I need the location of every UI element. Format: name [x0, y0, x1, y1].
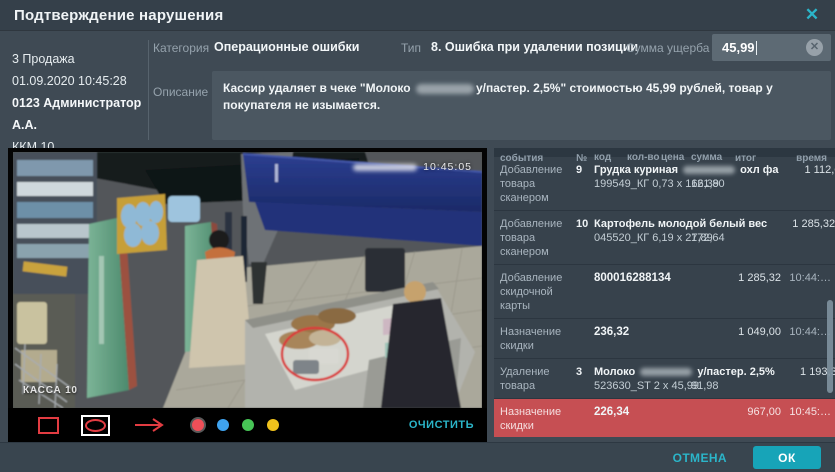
- table-row[interactable]: Назначение скидки 236,32 1 049,00 10:44:…: [494, 319, 835, 359]
- cctv-frame: 10:45:05 КАССА 10: [13, 152, 482, 408]
- header-event: события: [500, 153, 576, 164]
- time-cell: 10:45:…: [783, 405, 831, 433]
- video-timestamp: 10:45:05: [423, 161, 472, 173]
- table-row[interactable]: Добавление скидочной карты 800016288134 …: [494, 265, 835, 319]
- dialog-footer: ОТМЕНА ОК: [0, 442, 835, 472]
- detail-cell: 236,32: [594, 325, 713, 353]
- color-red-icon[interactable]: [192, 419, 204, 431]
- operator-label: 0123 Администратор А.А.: [12, 92, 142, 136]
- total-cell: 1 049,00: [713, 325, 783, 353]
- table-row[interactable]: Удаление товара 3 Молоко у/пастер. 2,5% …: [494, 359, 835, 399]
- text-caret: [756, 41, 758, 55]
- description-label: Описание: [153, 85, 208, 99]
- datetime-label: 01.09.2020 10:45:28: [12, 70, 142, 92]
- color-palette: [192, 419, 279, 431]
- redacted-camera-name: [353, 164, 417, 171]
- description-prefix: Кассир удаляет в чеке "Молоко: [223, 81, 414, 95]
- event-cell: Добавление товара сканером: [500, 217, 576, 259]
- header-total: итог: [713, 153, 783, 164]
- detail-cell: 800016288134: [594, 271, 713, 313]
- clear-input-icon[interactable]: ✕: [806, 39, 823, 56]
- ok-button[interactable]: ОК: [753, 446, 821, 469]
- color-blue-icon[interactable]: [217, 419, 229, 431]
- redacted-text: [683, 166, 735, 174]
- close-icon[interactable]: ✕: [801, 4, 823, 26]
- total-cell: 967,00: [713, 405, 783, 433]
- type-value: 8. Ошибка при удалении позиции: [431, 40, 638, 54]
- video-osd: 10:45:05: [353, 161, 472, 173]
- header-cena: цена: [661, 152, 684, 163]
- operation-label: 3 Продажа: [12, 48, 142, 70]
- time-cell: 10:44:…: [783, 271, 831, 313]
- cctv-illustration: [13, 152, 482, 408]
- damage-value: 45,99: [722, 40, 755, 55]
- description-field[interactable]: Кассир удаляет в чеке "Молоко у/пастер. …: [212, 71, 831, 140]
- table-row[interactable]: Назначение скидки 226,34 967,00 10:45:…: [494, 399, 835, 437]
- camera-label: КАССА 10: [23, 385, 78, 396]
- event-cell: Назначение скидки: [500, 325, 576, 353]
- header-time: время: [783, 153, 831, 164]
- clear-annotations-button[interactable]: ОЧИСТИТЬ: [409, 419, 474, 431]
- event-cell: Назначение скидки: [500, 405, 576, 433]
- violation-dialog: Подтверждение нарушения ✕ 3 Продажа 01.0…: [0, 0, 835, 472]
- redacted-text: [640, 368, 692, 376]
- time-cell: 10:44:…: [783, 325, 831, 353]
- num-cell: [576, 325, 594, 353]
- total-cell: 1 285,32: [713, 271, 783, 313]
- color-green-icon[interactable]: [242, 419, 254, 431]
- dialog-titlebar: Подтверждение нарушения ✕: [0, 0, 835, 30]
- detail-cell: Картофель молодой белый вес 045520_КГ 6,…: [594, 217, 767, 259]
- detail-cell: Грудка куриная охл фа 199549_КГ 0,73 x 1…: [594, 163, 779, 205]
- num-cell: 10: [576, 217, 594, 259]
- dialog-title: Подтверждение нарушения: [14, 7, 223, 24]
- event-info-panel: 3 Продажа 01.09.2020 10:45:28 0123 Админ…: [12, 48, 142, 158]
- divider: [148, 40, 149, 140]
- table-scrollbar[interactable]: [827, 300, 833, 393]
- type-label: Тип: [401, 41, 421, 55]
- total-cell: 1 112,68: [779, 163, 835, 205]
- event-cell: Добавление скидочной карты: [500, 271, 576, 313]
- annotation-toolbar: ОЧИСТИТЬ: [8, 408, 487, 442]
- header-num: №: [576, 153, 594, 164]
- event-cell: Добавление товара сканером: [500, 163, 576, 205]
- color-yellow-icon[interactable]: [267, 419, 279, 431]
- num-cell: 3: [576, 365, 594, 393]
- events-table: события № кодкол-воценасумма итог время …: [494, 148, 835, 437]
- damage-label: Сумма ущерба: [626, 41, 709, 55]
- arrow-tool-icon[interactable]: [134, 417, 166, 433]
- table-body: Добавление товара сканером 9 Грудка кури…: [494, 157, 835, 437]
- event-cell: Удаление товара: [500, 365, 576, 393]
- num-cell: [576, 405, 594, 433]
- ellipse-glyph: [85, 419, 106, 432]
- total-cell: 1 193,34: [775, 365, 835, 393]
- total-cell: 1 285,32: [767, 217, 835, 259]
- category-label: Категория: [153, 41, 209, 55]
- table-row[interactable]: Добавление товара сканером 10 Картофель …: [494, 211, 835, 265]
- num-cell: [576, 271, 594, 313]
- detail-cell: 226,34: [594, 405, 713, 433]
- damage-input[interactable]: 45,99 ✕: [712, 34, 831, 61]
- header-summa: сумма: [691, 152, 722, 163]
- rectangle-tool-icon[interactable]: [38, 417, 59, 434]
- video-player: 10:45:05 КАССА 10 ОЧИСТИТЬ: [8, 148, 487, 442]
- cancel-button[interactable]: ОТМЕНА: [673, 451, 727, 465]
- redacted-text: [416, 84, 474, 94]
- detail-cell: Молоко у/пастер. 2,5% 523630_ST 2 x 45,9…: [594, 365, 775, 393]
- header-kolvo: кол-во: [627, 152, 660, 163]
- num-cell: 9: [576, 163, 594, 205]
- category-value: Операционные ошибки: [214, 40, 359, 54]
- header-kod: код: [594, 152, 611, 163]
- ellipse-tool-icon[interactable]: [81, 415, 110, 436]
